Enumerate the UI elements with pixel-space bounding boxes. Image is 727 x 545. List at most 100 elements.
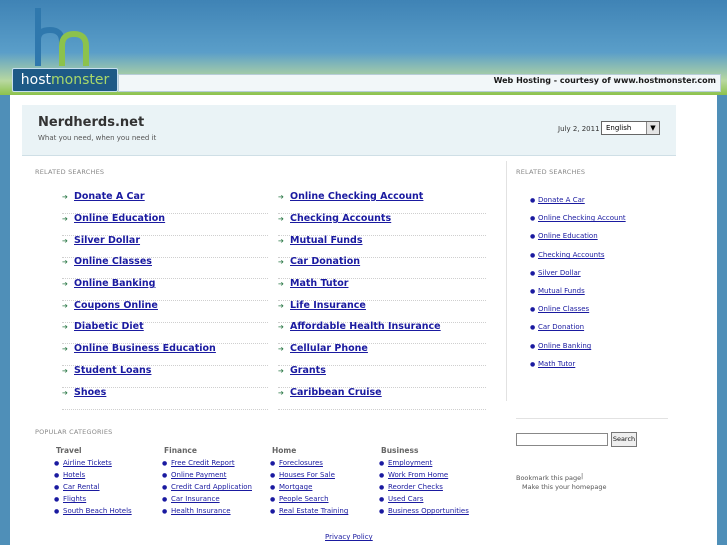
arrow-icon: ➔	[62, 323, 68, 331]
privacy-policy-link[interactable]: Privacy Policy	[325, 533, 373, 541]
sidebar-link[interactable]: ● Silver Dollar	[530, 269, 581, 277]
homepage-link[interactable]: Make this your homepage	[522, 483, 606, 491]
category-link[interactable]: ● Houses For Sale	[270, 471, 335, 479]
main-link[interactable]: ➔ Online Classes	[62, 256, 268, 279]
bullet-icon: ●	[530, 215, 536, 222]
category-link[interactable]: ● Employment	[379, 459, 432, 467]
category-link[interactable]: ● Health Insurance	[162, 507, 231, 515]
main-link[interactable]: ➔ Caribbean Cruise	[278, 387, 486, 410]
left-stripe	[0, 95, 10, 545]
main-link[interactable]: ➔ Shoes	[62, 387, 268, 410]
bullet-icon: ●	[379, 484, 385, 491]
main-link[interactable]: ➔ Silver Dollar	[62, 235, 268, 258]
bullet-icon: ●	[162, 484, 168, 491]
bullet-icon: ●	[530, 288, 536, 295]
arrow-icon: ➔	[278, 193, 284, 201]
category-link[interactable]: ● Car Rental	[54, 483, 100, 491]
bullet-icon: ●	[379, 496, 385, 503]
sidebar-link[interactable]: ● Online Checking Account	[530, 214, 626, 222]
main-link[interactable]: ➔ Checking Accounts	[278, 213, 486, 236]
column-divider	[506, 161, 507, 401]
category-link[interactable]: ● Car Insurance	[162, 495, 220, 503]
sidebar-link[interactable]: ● Donate A Car	[530, 196, 585, 204]
category-link[interactable]: ● Mortgage	[270, 483, 312, 491]
bullet-icon: ●	[379, 460, 385, 467]
top-banner: hostmonster Web Hosting - courtesy of ww…	[0, 0, 727, 95]
arrow-icon: ➔	[62, 215, 68, 223]
main-link[interactable]: ➔ Diabetic Diet	[62, 321, 268, 344]
main-link[interactable]: ➔ Donate A Car	[62, 191, 268, 214]
category-link[interactable]: ● Flights	[54, 495, 86, 503]
arrow-icon: ➔	[278, 258, 284, 266]
main-link[interactable]: ➔ Online Checking Account	[278, 191, 486, 214]
main-link[interactable]: ➔ Car Donation	[278, 256, 486, 279]
bookmark-link[interactable]: Bookmark this page	[516, 474, 581, 482]
bullet-icon: ●	[162, 460, 168, 467]
bullet-icon: ●	[530, 197, 536, 204]
main-link[interactable]: ➔ Online Education	[62, 213, 268, 236]
hosting-strip: Web Hosting - courtesy of www.hostmonste…	[118, 74, 721, 92]
brand-logo[interactable]: hostmonster	[12, 68, 118, 92]
category-link[interactable]: ● Free Credit Report	[162, 459, 235, 467]
bullet-icon: ●	[530, 361, 536, 368]
main-link[interactable]: ➔ Mutual Funds	[278, 235, 486, 258]
bullet-icon: ●	[270, 508, 276, 515]
logo-text-monster: monster	[51, 72, 110, 88]
sidebar-link[interactable]: ● Online Banking	[530, 342, 591, 350]
main-link[interactable]: ➔ Cellular Phone	[278, 343, 486, 366]
arrow-icon: ➔	[278, 215, 284, 223]
main-link[interactable]: ➔ Life Insurance	[278, 300, 486, 323]
category-title: Travel	[56, 446, 82, 455]
arrow-icon: ➔	[278, 237, 284, 245]
arrow-icon: ➔	[62, 345, 68, 353]
category-link[interactable]: ● Used Cars	[379, 495, 423, 503]
bullet-icon: ●	[270, 460, 276, 467]
bullet-icon: ●	[379, 508, 385, 515]
right-stripe	[717, 95, 727, 545]
bullet-icon: ●	[530, 324, 536, 331]
language-select[interactable]: English ▼	[601, 121, 660, 135]
category-link[interactable]: ● Work From Home	[379, 471, 448, 479]
category-title: Finance	[164, 446, 197, 455]
chevron-down-icon[interactable]: ▼	[646, 122, 659, 134]
category-link[interactable]: ● People Search	[270, 495, 329, 503]
arrow-icon: ➔	[62, 389, 68, 397]
bullet-icon: ●	[379, 472, 385, 479]
category-link[interactable]: ● South Beach Hotels	[54, 507, 132, 515]
sidebar-divider	[516, 418, 668, 419]
search-button[interactable]: Search	[611, 432, 637, 447]
category-link[interactable]: ● Credit Card Application	[162, 483, 252, 491]
sidebar-link[interactable]: ● Mutual Funds	[530, 287, 585, 295]
category-link[interactable]: ● Business Opportunities	[379, 507, 469, 515]
popular-categories-label: POPULAR CATEGORIES	[35, 428, 113, 436]
sidebar-link[interactable]: ● Car Donation	[530, 323, 584, 331]
main-link[interactable]: ➔ Student Loans	[62, 365, 268, 388]
page-title: Nerdherds.net	[38, 115, 145, 130]
bullet-icon: ●	[54, 484, 60, 491]
main-link[interactable]: ➔ Online Banking	[62, 278, 268, 301]
main-link[interactable]: ➔ Coupons Online	[62, 300, 268, 323]
sidebar-link[interactable]: ● Online Classes	[530, 305, 589, 313]
category-link[interactable]: ● Real Estate Training	[270, 507, 348, 515]
arrow-icon: ➔	[62, 280, 68, 288]
sidebar-link[interactable]: ● Checking Accounts	[530, 251, 605, 259]
category-link[interactable]: ● Hotels	[54, 471, 85, 479]
search-input[interactable]	[516, 433, 608, 446]
main-link[interactable]: ➔ Online Business Education	[62, 343, 268, 366]
arrow-icon: ➔	[278, 389, 284, 397]
bullet-icon: ●	[54, 472, 60, 479]
logo-text-host: host	[20, 72, 51, 88]
bullet-icon: ●	[270, 472, 276, 479]
sidebar-related-label: RELATED SEARCHES	[516, 168, 586, 176]
site-tagline: What you need, when you need it	[38, 134, 157, 142]
main-link[interactable]: ➔ Math Tutor	[278, 278, 486, 301]
main-link[interactable]: ➔ Affordable Health Insurance	[278, 321, 486, 344]
main-link[interactable]: ➔ Grants	[278, 365, 486, 388]
category-link[interactable]: ● Online Payment	[162, 471, 226, 479]
category-link[interactable]: ● Foreclosures	[270, 459, 323, 467]
hosting-note[interactable]: Web Hosting - courtesy of www.hostmonste…	[494, 76, 716, 85]
category-link[interactable]: ● Reorder Checks	[379, 483, 443, 491]
sidebar-link[interactable]: ● Online Education	[530, 232, 598, 240]
category-link[interactable]: ● Airline Tickets	[54, 459, 112, 467]
sidebar-link[interactable]: ● Math Tutor	[530, 360, 575, 368]
